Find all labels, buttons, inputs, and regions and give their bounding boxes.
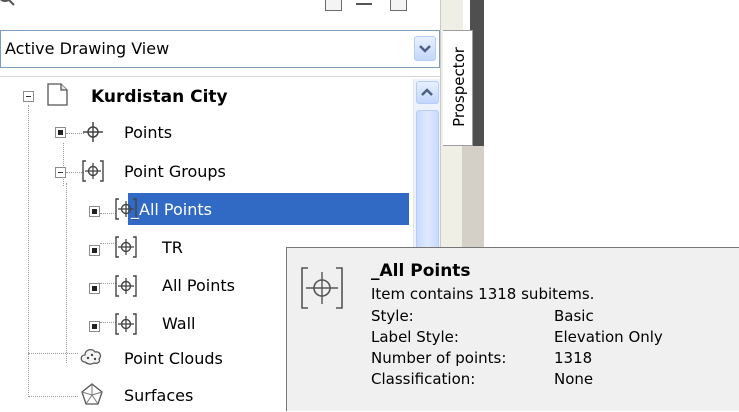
chevron-down-icon — [419, 45, 431, 53]
tree-item-point-clouds[interactable]: Point Clouds — [124, 349, 223, 368]
tab-prospector-label: Prospector — [450, 47, 468, 127]
point-group-icon — [115, 275, 137, 297]
tooltip-value: None — [554, 370, 594, 388]
tooltip-row-style: Style: Basic — [371, 307, 731, 327]
drawing-document-icon — [47, 83, 68, 106]
tooltip-summary: Item contains 1318 subitems. — [371, 285, 595, 303]
tooltip-row-label-style: Label Style: Elevation Only — [371, 328, 731, 348]
search-icon[interactable] — [0, 0, 16, 8]
point-groups-collapse-toggle[interactable] — [55, 167, 66, 178]
tree-item-surfaces[interactable]: Surfaces — [124, 386, 193, 405]
tooltip-value: Elevation Only — [554, 328, 663, 346]
all-points-group-expand-toggle[interactable] — [89, 283, 100, 294]
tooltip-key: Classification: — [371, 370, 476, 388]
grid-view-icon[interactable] — [325, 0, 342, 11]
points-expand-toggle[interactable] — [55, 127, 66, 138]
point-cloud-icon — [80, 348, 102, 365]
tr-expand-toggle[interactable] — [89, 245, 100, 256]
scroll-up-button[interactable] — [416, 81, 439, 104]
tooltip-key: Label Style: — [371, 328, 459, 346]
window-toggle-icon[interactable] — [390, 0, 407, 11]
tooltip-row-classification: Classification: None — [371, 370, 731, 390]
all-points-expand-toggle[interactable] — [89, 206, 100, 217]
chevron-up-icon — [421, 88, 433, 96]
point-group-icon — [115, 313, 137, 335]
wall-expand-toggle[interactable] — [89, 321, 100, 332]
tooltip-key: Style: — [371, 307, 414, 325]
item-tooltip: _All Points Item contains 1318 subitems.… — [286, 247, 739, 411]
tree-item-points[interactable]: Points — [124, 123, 172, 142]
point-groups-icon — [82, 160, 104, 182]
tooltip-title: _All Points — [371, 261, 471, 281]
tooltip-value: 1318 — [554, 349, 593, 367]
surface-icon — [81, 383, 103, 405]
point-group-icon — [301, 267, 343, 309]
tree-root-label[interactable]: Kurdistan City — [91, 87, 228, 107]
tooltip-row-number-of-points: Number of points: 1318 — [371, 349, 731, 369]
view-selector-dropdown[interactable]: Active Drawing View — [0, 30, 440, 68]
minimize-icon[interactable] — [356, 3, 372, 5]
tree-item-underscore-all-points[interactable]: _All Points — [131, 200, 212, 219]
view-selector-value: Active Drawing View — [5, 39, 170, 58]
toolbar — [0, 0, 462, 14]
tree-item-all-points[interactable]: All Points — [162, 276, 235, 295]
tooltip-key: Number of points: — [371, 349, 507, 367]
tree-item-point-groups[interactable]: Point Groups — [124, 162, 226, 181]
scroll-thumb[interactable] — [416, 110, 439, 250]
tab-prospector[interactable]: Prospector — [443, 30, 473, 146]
root-collapse-toggle[interactable] — [23, 91, 34, 102]
tree-item-tr[interactable]: TR — [162, 238, 183, 257]
tree-item-wall[interactable]: Wall — [162, 314, 196, 333]
dropdown-arrow-button[interactable] — [414, 36, 436, 61]
point-group-icon — [115, 236, 137, 258]
tooltip-value: Basic — [554, 307, 594, 325]
points-crosshair-icon — [83, 122, 103, 142]
